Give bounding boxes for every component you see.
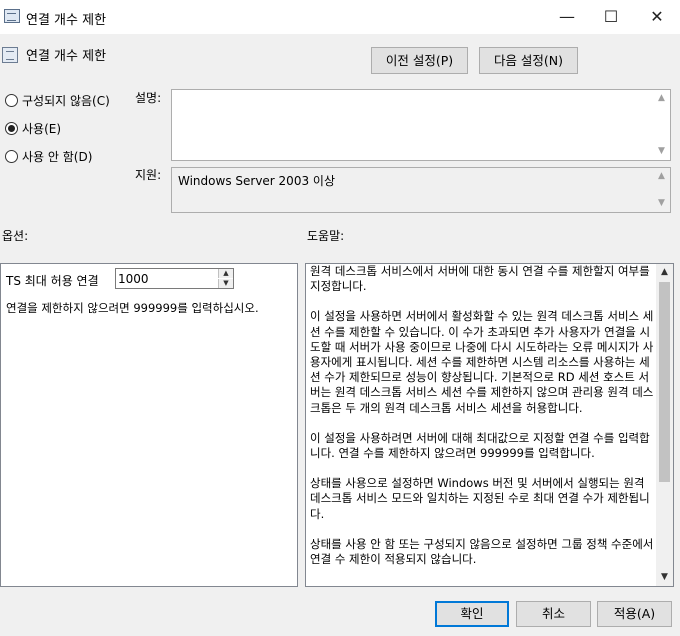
options-panel: TS 최대 허용 연결 1000 ▲ ▼ 연결을 제한하지 않으려면 99999… — [0, 263, 298, 587]
scroll-up-icon[interactable]: ▲ — [653, 90, 670, 107]
radio-label: 사용(E) — [22, 121, 62, 136]
comment-scrollbar[interactable]: ▲ ▼ — [653, 90, 670, 160]
max-connections-label: TS 최대 허용 연결 — [6, 274, 99, 288]
spin-down-icon[interactable]: ▼ — [218, 279, 233, 288]
close-button[interactable]: ✕ — [634, 0, 680, 34]
radio-label: 구성되지 않음(C) — [22, 93, 110, 108]
supported-label: 지원: — [135, 168, 162, 182]
options-label: 옵션: — [2, 229, 29, 243]
radio-circle[interactable] — [5, 93, 18, 107]
maximize-button[interactable]: ☐ — [588, 0, 634, 34]
radio-enabled[interactable]: 사용(E) — [5, 119, 61, 137]
supported-scrollbar[interactable]: ▲ ▼ — [653, 168, 670, 212]
apply-button[interactable]: 적용(A) — [597, 601, 672, 627]
radio-not-configured[interactable]: 구성되지 않음(C) — [5, 91, 110, 109]
scroll-down-icon[interactable]: ▼ — [656, 569, 673, 586]
radio-circle[interactable] — [5, 121, 18, 135]
help-panel: 원격 데스크톱 서비스에서 서버에 대한 동시 연결 수를 제한할지 여부를 지… — [305, 263, 674, 587]
max-connections-hint: 연결을 제한하지 않으려면 999999를 입력하십시오. — [6, 301, 259, 315]
title-bar: 연결 개수 제한 — ☐ ✕ — [0, 0, 680, 34]
help-label: 도움말: — [307, 229, 345, 243]
minimize-button[interactable]: — — [544, 0, 590, 34]
setting-icon — [2, 47, 18, 63]
help-paragraph: 이 설정을 사용하려면 서버에 대해 최대값으로 지정할 연결 수를 입력합니다… — [310, 430, 650, 461]
help-paragraph: 원격 데스크톱 서비스에서 서버에 대한 동시 연결 수를 제한할지 여부를 지… — [310, 264, 650, 294]
supported-field: Windows Server 2003 이상 ▲ ▼ — [171, 167, 671, 213]
radio-circle[interactable] — [5, 149, 18, 163]
next-setting-button[interactable]: 다음 설정(N) — [479, 47, 578, 74]
spin-up-icon[interactable]: ▲ — [218, 269, 233, 278]
max-connections-value[interactable]: 1000 — [118, 272, 149, 286]
window-title: 연결 개수 제한 — [26, 13, 107, 28]
comment-label: 설명: — [135, 91, 162, 105]
radio-label: 사용 안 함(D) — [22, 149, 93, 164]
comment-field[interactable]: ▲ ▼ — [171, 89, 671, 161]
help-scrollbar[interactable]: ▲ ▼ — [656, 264, 673, 586]
previous-setting-button[interactable]: 이전 설정(P) — [371, 47, 468, 74]
scroll-up-icon[interactable]: ▲ — [653, 168, 670, 185]
help-text: 원격 데스크톱 서비스에서 서버에 대한 동시 연결 수를 제한할지 여부를 지… — [310, 264, 656, 582]
max-connections-spinbox[interactable]: 1000 ▲ ▼ — [115, 268, 234, 289]
setting-title: 연결 개수 제한 — [26, 49, 107, 64]
radio-disabled[interactable]: 사용 안 함(D) — [5, 147, 92, 165]
scroll-down-icon[interactable]: ▼ — [653, 195, 670, 212]
scroll-up-icon[interactable]: ▲ — [656, 264, 673, 281]
supported-value: Windows Server 2003 이상 — [178, 174, 335, 188]
ok-button[interactable]: 확인 — [435, 601, 509, 627]
policy-icon — [4, 9, 20, 23]
help-paragraph: 이 설정을 사용하면 서버에서 활성화할 수 있는 원격 데스크톱 서비스 세션… — [310, 309, 654, 415]
scroll-down-icon[interactable]: ▼ — [653, 143, 670, 160]
help-paragraph: 상태를 사용 안 함 또는 구성되지 않음으로 설정하면 그룹 정책 수준에서 … — [310, 536, 654, 567]
cancel-button[interactable]: 취소 — [516, 601, 591, 627]
scroll-thumb[interactable] — [659, 282, 670, 482]
help-paragraph: 상태를 사용으로 설정하면 Windows 버전 및 서버에서 실행되는 원격 … — [310, 476, 650, 521]
